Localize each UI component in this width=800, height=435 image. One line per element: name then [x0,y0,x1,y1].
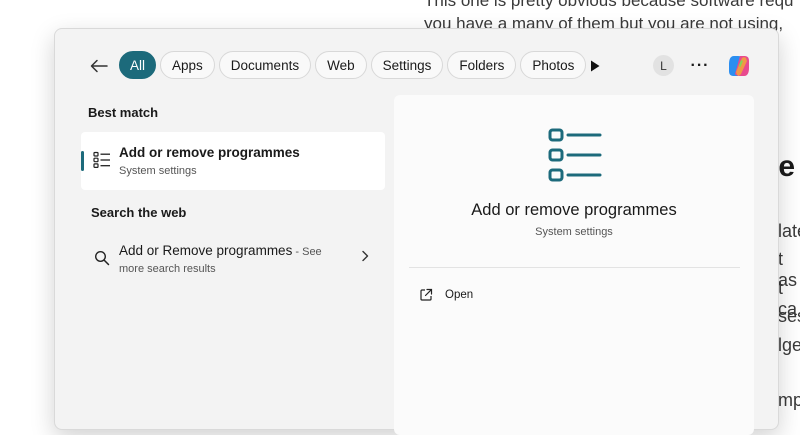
article-fragment: mpe [778,390,800,410]
search-panel: All Apps Documents Web Settings Folders … [54,28,779,435]
web-result-query: Add or Remove programmes [119,243,293,258]
selection-indicator [81,151,84,171]
back-button[interactable] [85,53,113,79]
chip-web[interactable]: Web [315,51,367,79]
chip-apps[interactable]: Apps [160,51,215,79]
list-icon [548,128,602,182]
open-external-icon [420,288,433,301]
more-filters-button[interactable] [583,53,607,79]
copilot-icon [729,56,749,76]
chip-documents[interactable]: Documents [218,51,312,79]
list-icon [93,151,110,168]
detail-title: Add or remove programmes [471,201,677,219]
chip-all[interactable]: All [119,51,157,79]
article-fragment: ses [778,306,800,326]
chip-photos[interactable]: Photos [520,51,587,79]
search-filter-bar: All Apps Documents Web Settings Folders … [55,51,778,81]
result-subtitle: System settings [119,165,197,177]
best-match-result[interactable]: Add or remove programmes System settings [81,132,385,190]
chip-folders[interactable]: Folders [447,51,517,79]
result-title: Add or remove programmes [119,145,300,160]
article-text-line: This one is pretty obvious because softw… [424,0,794,10]
open-action-label: Open [445,289,474,301]
open-action[interactable]: Open [419,285,473,305]
result-title: Add or Remove programmes - See [119,243,322,258]
web-search-result[interactable]: Add or Remove programmes - See more sear… [81,235,385,287]
article-fragment: late [778,221,800,241]
search-web-heading: Search the web [91,205,187,220]
detail-subtitle: System settings [535,226,613,238]
divider [409,267,740,268]
chip-settings[interactable]: Settings [370,51,444,79]
result-detail-pane: Add or remove programmes System settings… [394,95,754,435]
filter-chips: All Apps Documents Web Settings Folders … [119,51,587,79]
article-fragment: lge [778,335,800,355]
chevron-right-icon[interactable] [361,250,369,262]
more-options-button[interactable]: ··· [689,53,711,79]
arrow-left-icon [90,59,108,73]
result-subtitle: more search results [119,263,216,275]
search-icon [94,250,110,266]
play-icon [591,60,600,72]
avatar[interactable]: L [653,55,674,76]
best-match-heading: Best match [88,105,159,120]
web-result-suffix: - See [292,246,322,258]
copilot-button[interactable] [725,52,753,80]
